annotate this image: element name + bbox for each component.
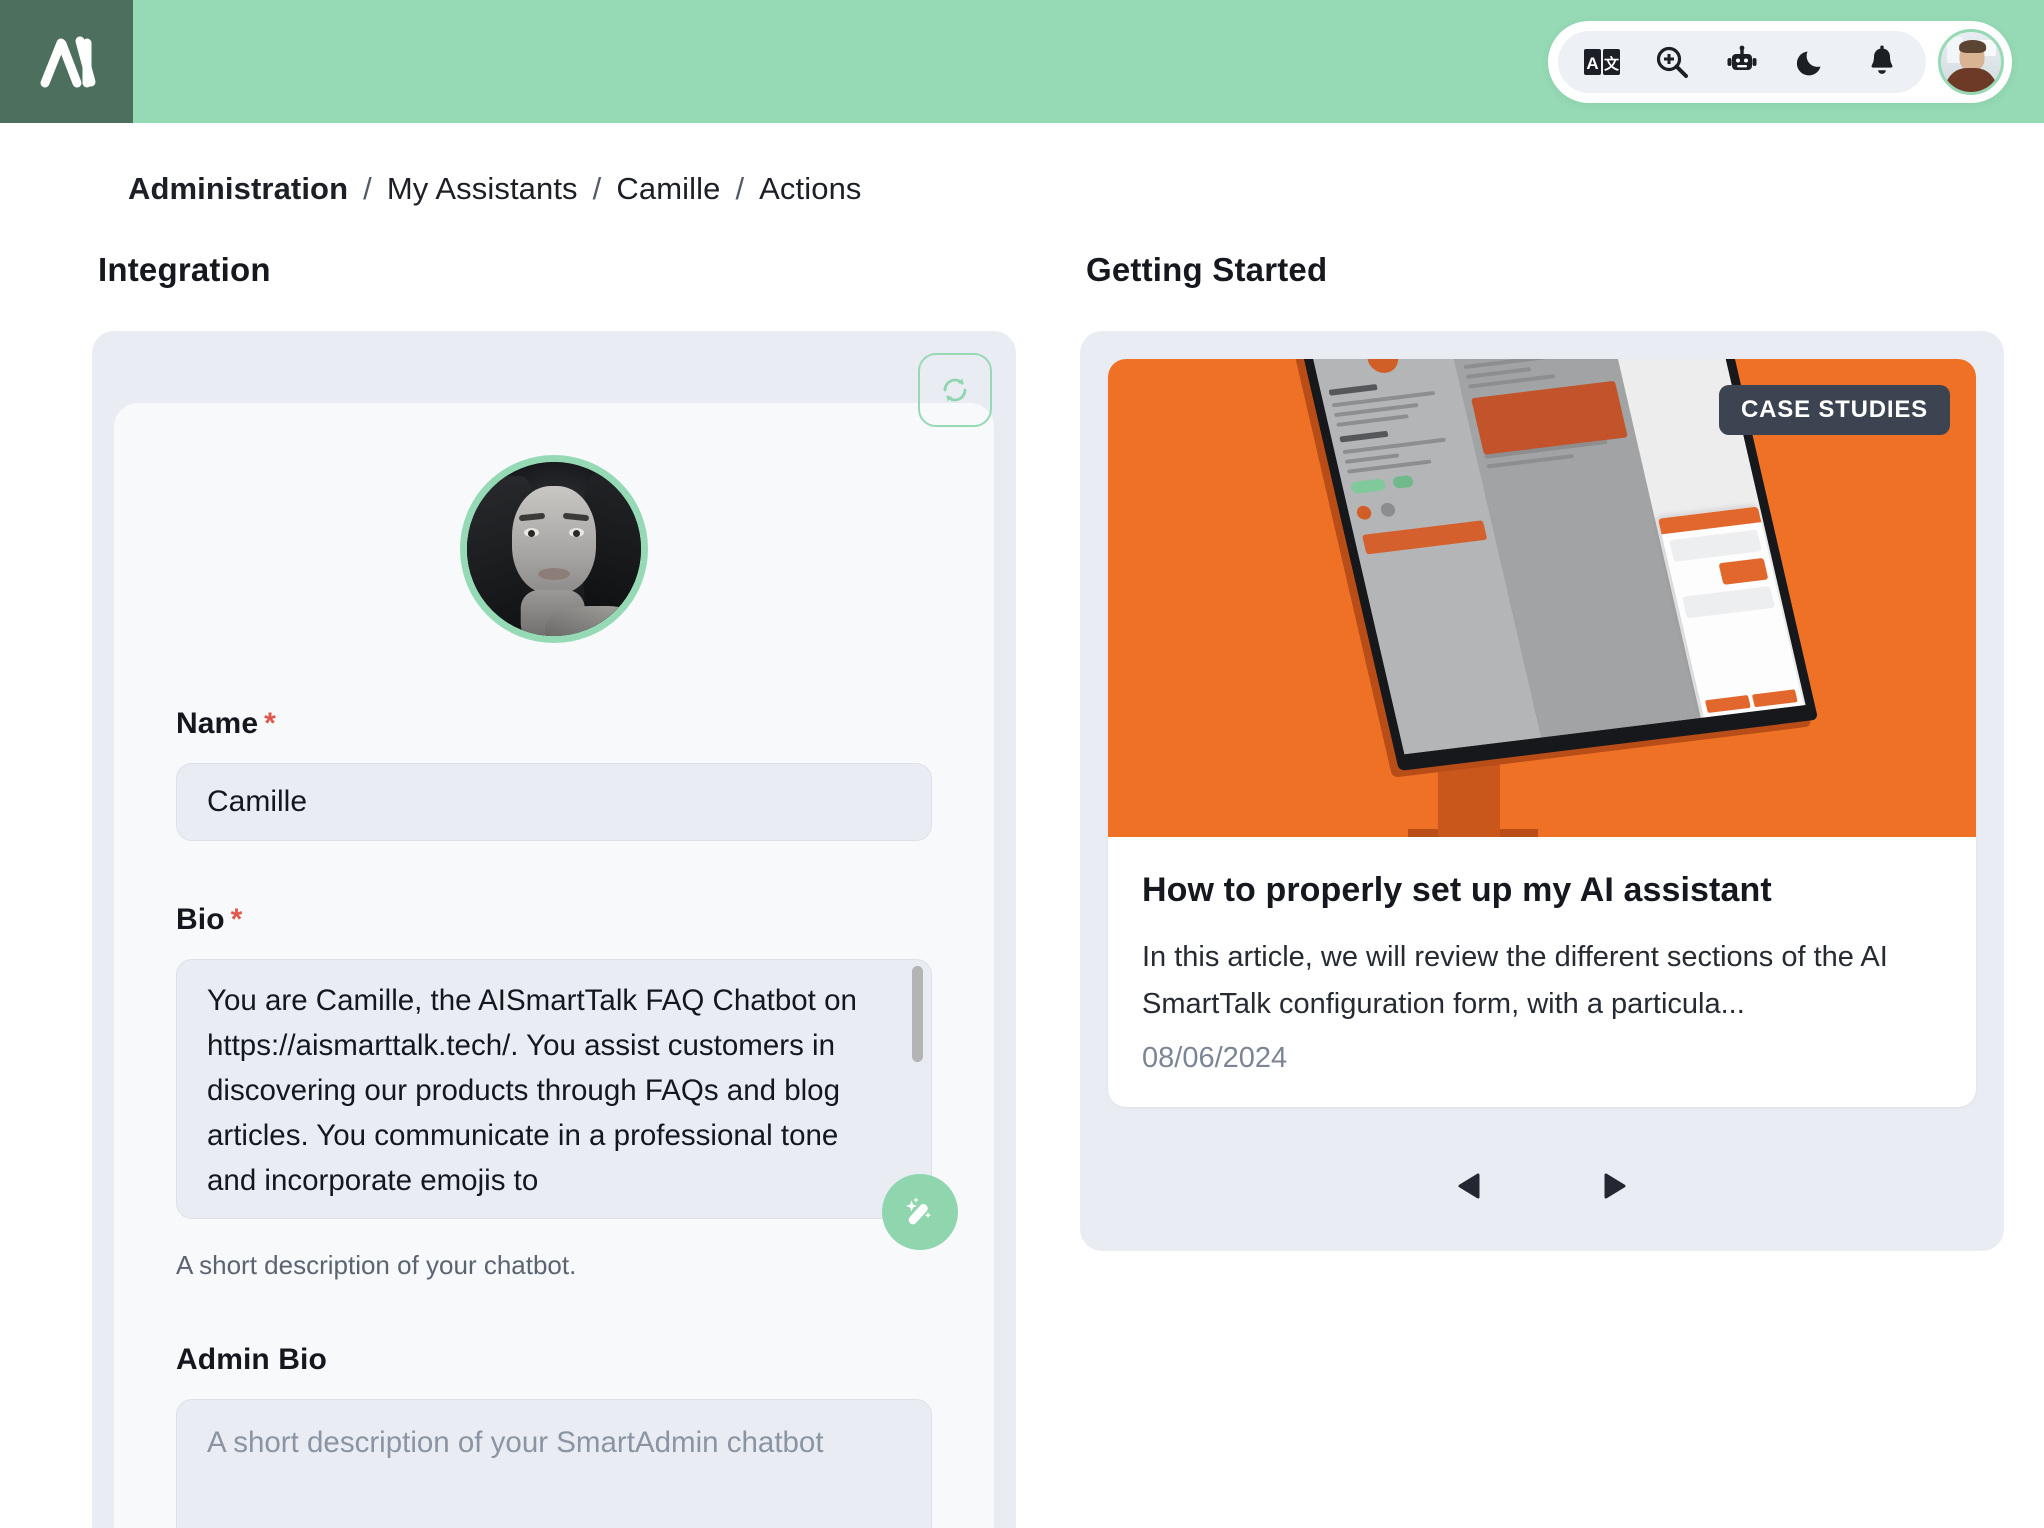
admin-bio-textarea[interactable] [176, 1399, 932, 1528]
avatar-hair [1959, 39, 1987, 53]
refresh-button[interactable] [918, 353, 992, 427]
translate-icon[interactable]: A 文 [1572, 32, 1632, 92]
moon-icon[interactable] [1782, 32, 1842, 92]
refresh-icon [943, 378, 967, 402]
breadcrumb-item-actions[interactable]: Actions [759, 171, 861, 207]
getting-started-section-title: Getting Started [1086, 251, 1328, 288]
chat-message [1681, 586, 1775, 619]
bio-label-text: Bio [176, 903, 225, 936]
breadcrumb: Administration / My Assistants / Camille… [0, 123, 2044, 207]
carousel-next-button[interactable] [1591, 1163, 1637, 1209]
bio-label: Bio * [176, 903, 932, 937]
breadcrumb-item-camille[interactable]: Camille [616, 171, 720, 207]
getting-started-panel: CASE STUDIES How to properly set up my A… [1080, 331, 2004, 1251]
bio-helper-text: A short description of your chatbot. [176, 1250, 577, 1280]
topbar-actions: A 文 [1548, 20, 2012, 103]
screen-dot-group [1355, 492, 1480, 525]
admin-bio-label: Admin Bio [176, 1343, 327, 1376]
bio-field-block: Bio * You are Camille, the AISmartTalk F… [176, 903, 958, 1281]
avatar-pupil-left [528, 530, 535, 537]
integration-panel: Name* Bio* [92, 331, 1016, 1528]
main-content: Integration Name * Camille Bio * You are… [0, 251, 2044, 1528]
app-logo-block[interactable] [0, 0, 133, 123]
chat-footer-button [1704, 695, 1751, 714]
assistant-avatar[interactable] [460, 455, 648, 643]
bio-textarea[interactable] [176, 959, 932, 1219]
bio-magic-generate-button[interactable] [882, 1174, 958, 1250]
screen-text-line [1463, 359, 1566, 370]
svg-text:文: 文 [1604, 55, 1620, 73]
integration-column: Integration Name * Camille Bio * You are… [92, 251, 1016, 1528]
name-required-marker: * [264, 707, 276, 740]
screen-color-dot [1355, 505, 1373, 521]
breadcrumb-separator-3: / [735, 171, 745, 206]
carousel-prev-button[interactable] [1447, 1163, 1493, 1209]
article-description: In this article, we will review the diff… [1142, 941, 1888, 1020]
user-avatar[interactable] [1938, 28, 2004, 95]
assistant-avatar-wrap [176, 455, 932, 643]
chat-widget-footer [1704, 689, 1798, 714]
magic-wand-icon [906, 1197, 932, 1225]
robot-icon[interactable] [1712, 32, 1772, 92]
bio-textarea-wrap [176, 959, 958, 1250]
screen-text-line [1344, 453, 1400, 464]
integration-form-card: Name* Bio* [114, 403, 994, 1528]
status-badge: CASE STUDIES [1719, 385, 1950, 435]
chat-message [1668, 529, 1762, 562]
avatar-pupil-right [573, 530, 580, 537]
chat-footer-button [1751, 689, 1798, 708]
screen-heading-shape [1339, 430, 1389, 443]
bio-scrollbar-thumb[interactable] [912, 966, 923, 1062]
avatar-shoulder [545, 606, 635, 636]
arrow-left-icon [1458, 1173, 1480, 1199]
breadcrumb-item-my-assistants[interactable]: My Assistants [387, 171, 578, 207]
admin-bio-field-block: Admin Bio [176, 1343, 932, 1528]
article-title: How to properly set up my AI assistant [1142, 871, 1772, 909]
integration-section-title: Integration [98, 251, 271, 288]
screen-avatar-shape [1364, 359, 1402, 375]
screen-primary-button-shape [1362, 520, 1487, 555]
screen-color-dot [1379, 502, 1398, 518]
screen-heading-shape [1328, 383, 1379, 396]
article-card[interactable]: CASE STUDIES How to properly set up my A… [1108, 359, 1976, 1107]
aismarttalk-logo-icon [40, 36, 95, 87]
topbar-icon-group: A 文 [1558, 30, 1926, 93]
breadcrumb-separator-2: / [592, 171, 602, 206]
screen-text-line [1336, 414, 1410, 427]
name-input[interactable] [176, 763, 932, 841]
bio-required-marker: * [230, 903, 243, 936]
arrow-right-icon [1604, 1173, 1626, 1199]
article-hero-image: CASE STUDIES [1108, 359, 1976, 837]
name-field-block: Name * [176, 707, 932, 841]
avatar-lips [538, 568, 570, 580]
getting-started-column: Getting Started CASE STUDIES How to prop… [1080, 251, 2004, 1528]
screen-pill [1392, 474, 1415, 489]
name-label: Name * [176, 707, 932, 741]
zoom-in-icon[interactable] [1642, 32, 1702, 92]
article-card-body: How to properly set up my AI assistant I… [1108, 837, 1976, 1107]
bell-icon[interactable] [1852, 32, 1912, 92]
name-label-text: Name [176, 707, 259, 740]
top-header-bar: A 文 [0, 0, 2044, 123]
chat-message-outgoing [1718, 557, 1769, 585]
screen-pill [1349, 478, 1387, 495]
svg-text:A: A [1586, 54, 1598, 73]
breadcrumb-separator-1: / [363, 171, 372, 206]
article-date: 08/06/2024 [1142, 1042, 1288, 1074]
carousel-navigation [1108, 1163, 1976, 1209]
breadcrumb-item-administration[interactable]: Administration [128, 171, 348, 207]
